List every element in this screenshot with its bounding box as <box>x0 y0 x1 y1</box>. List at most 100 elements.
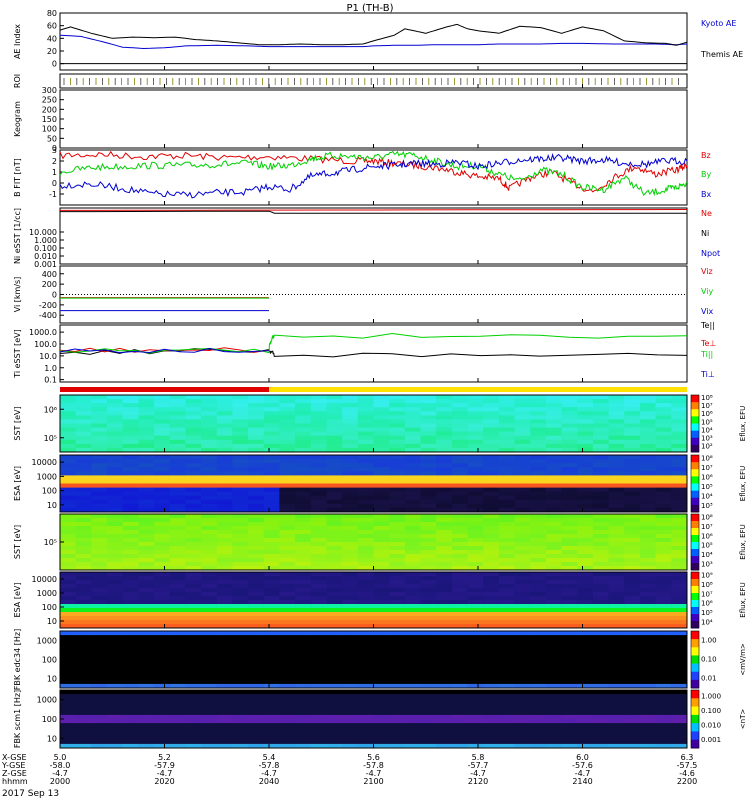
fbk-scm-cell <box>75 714 92 720</box>
ion-sst-spec-cell <box>154 427 171 433</box>
ion-esa-spec-cell <box>342 495 359 501</box>
ion-sst-spec-cell <box>310 419 327 424</box>
fbk-scm-cell <box>107 706 124 712</box>
elec-esa-spec-cell <box>671 572 688 577</box>
ion-sst-spec-cell <box>107 431 124 437</box>
fbk-scm-cell <box>624 714 641 720</box>
elec-sst-spec-cell <box>451 554 469 559</box>
ion-esa-spec-cell <box>404 471 422 476</box>
elec-esa-spec-cell <box>436 608 453 613</box>
elec-sst-spec-cell <box>389 514 406 519</box>
elec-sst-spec-cell <box>154 514 171 519</box>
fbk-edc-cell <box>122 639 139 644</box>
fbk-scm-cell <box>185 690 202 695</box>
elec-esa-spec-colorbar-segment <box>691 600 699 608</box>
ion-esa-spec-cell <box>577 479 594 484</box>
velocity-legend-Viz: Viz <box>701 267 713 276</box>
fbk-edc-cell <box>295 663 312 669</box>
ion-esa-spec-cell <box>545 467 563 472</box>
fbk-scm-cell <box>357 690 374 695</box>
ion-esa-spec-cell <box>467 471 484 476</box>
elec-sst-spec-cell <box>624 518 641 523</box>
elec-sst-spec-cell <box>154 538 171 543</box>
elec-esa-spec-cell <box>232 612 249 617</box>
ion-esa-spec-cell <box>483 467 500 472</box>
ion-sst-spec-cell <box>310 439 327 445</box>
fbk-scm-cell <box>263 731 280 736</box>
fbk-scm-cell <box>263 739 280 745</box>
ion-esa-spec-cell <box>624 475 641 480</box>
ion-esa-spec-cell <box>640 467 657 472</box>
elec-esa-spec-cells <box>60 572 688 629</box>
elec-esa-spec-cell <box>295 592 312 597</box>
fbk-scm-cell <box>326 735 343 741</box>
fbk-scm-cell <box>514 731 531 736</box>
ion-sst-spec-cell <box>201 423 218 429</box>
ion-esa-spec-cell <box>389 467 406 472</box>
elec-sst-spec-cell <box>122 542 139 547</box>
fbk-scm-cell <box>60 698 77 703</box>
elec-esa-spec-cell <box>373 620 390 625</box>
elec-sst-spec-cell <box>91 538 108 543</box>
ion-sst-spec-cell <box>498 419 516 424</box>
ion-esa-spec-cell <box>216 495 233 501</box>
elec-sst-spec-cell <box>248 518 265 523</box>
ion-esa-spec-cell <box>577 487 594 493</box>
ion-sst-spec-cell <box>530 419 547 424</box>
fbk-edc-cell <box>201 679 218 685</box>
ion-esa-spec-cell <box>671 495 688 501</box>
ion-esa-spec-cell <box>310 455 327 460</box>
ion-esa-spec-cell <box>592 491 610 497</box>
elec-esa-spec-cell <box>310 576 327 581</box>
ion-esa-spec-cell <box>671 491 688 497</box>
ion-esa-spec-cell <box>279 503 296 509</box>
elec-sst-spec-cell <box>451 542 469 547</box>
elec-esa-spec-cell <box>514 572 531 577</box>
fbk-scm-cell <box>640 735 657 741</box>
elec-sst-spec-cell <box>154 526 171 531</box>
fbk-edc-cell <box>295 671 312 677</box>
fbk-scm-cell <box>404 727 422 732</box>
keogram-ytick-label: 50 <box>47 134 57 143</box>
elec-esa-spec-cell <box>671 616 688 621</box>
fbk-scm-cell <box>310 710 327 716</box>
fbk-scm-cell <box>530 719 547 724</box>
fbk-scm-cell <box>279 723 296 728</box>
ion-sst-spec-cell <box>373 403 390 408</box>
elec-esa-spec-cell <box>310 572 327 577</box>
fbk-scm-cell <box>577 694 594 699</box>
elec-esa-spec-cell <box>357 588 374 593</box>
elec-sst-spec-cell <box>436 534 453 539</box>
fbk-edc-colorbar-segment <box>691 655 699 665</box>
ion-sst-spec-cell <box>263 403 280 408</box>
fbk-scm-cell <box>577 735 594 741</box>
elec-sst-spec-cell <box>608 554 625 559</box>
elec-esa-spec-cell <box>404 620 422 625</box>
elec-sst-spec-cell <box>295 538 312 543</box>
ion-sst-spec-cell <box>671 435 688 441</box>
elec-esa-spec-cell <box>577 592 594 597</box>
fbk-scm-cell <box>216 723 233 728</box>
ion-sst-spec-cell <box>467 403 484 408</box>
elec-sst-spec-cell <box>326 522 343 527</box>
fbk-edc-cell <box>154 655 171 660</box>
ion-sst-spec-cell <box>577 411 594 416</box>
ion-sst-spec-cell <box>154 423 171 429</box>
elec-esa-spec-cell <box>592 592 610 597</box>
elec-sst-spec-cell <box>561 542 578 547</box>
fbk-scm-cell <box>154 706 171 712</box>
ion-esa-spec-cell <box>655 503 672 509</box>
ion-esa-spec-cell <box>577 455 594 460</box>
fbk-scm-cell <box>608 719 625 724</box>
ion-esa-spec-cell <box>138 463 155 468</box>
elec-sst-spec-cell <box>545 562 563 567</box>
fbk-scm-cell <box>342 702 359 707</box>
fbk-edc-cell <box>169 631 186 636</box>
ion-sst-spec-cell <box>655 427 672 433</box>
ion-esa-spec-cell <box>577 483 594 489</box>
elec-sst-spec-cell <box>451 534 469 539</box>
ion-sst-spec-cell <box>169 423 186 429</box>
fbk-edc-cell <box>514 639 531 644</box>
fbk-edc-cell <box>373 675 390 681</box>
elec-sst-spec-cell <box>279 546 296 551</box>
